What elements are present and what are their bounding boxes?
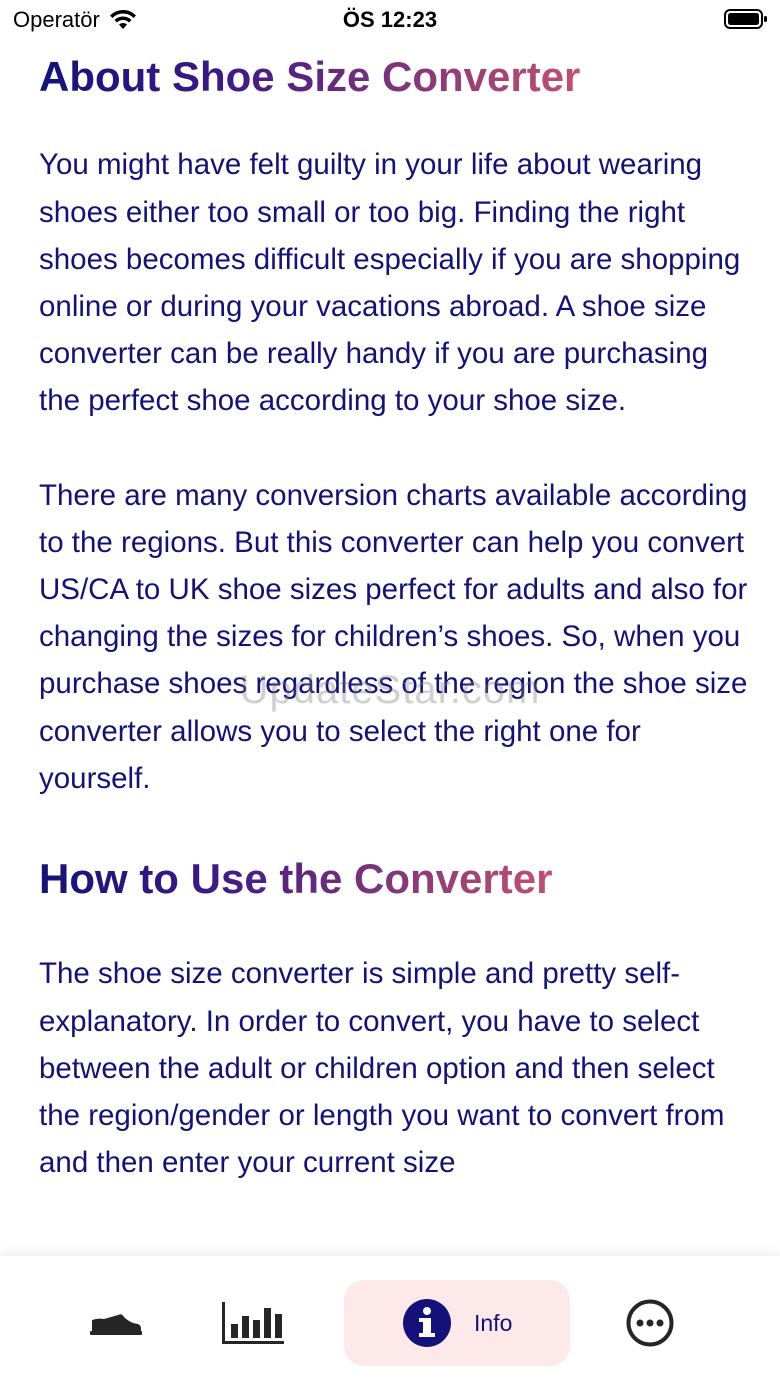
info-icon — [403, 1299, 451, 1347]
tab-chart[interactable] — [208, 1280, 298, 1366]
about-paragraph-1: You might have felt guilty in your life … — [39, 148, 741, 418]
tab-bar: Info — [0, 1256, 780, 1387]
tab-more[interactable] — [610, 1280, 690, 1366]
about-paragraph-2: There are many conversion charts availab… — [39, 478, 748, 795]
tab-converter[interactable] — [70, 1280, 160, 1366]
tab-info[interactable]: Info — [344, 1280, 570, 1366]
shoe-icon — [90, 1314, 142, 1335]
more-icon — [626, 1299, 674, 1347]
tab-info-label: Info — [474, 1309, 513, 1336]
battery-icon — [724, 8, 768, 36]
about-heading: About Shoe Size Converter — [39, 52, 580, 102]
howto-heading: How to Use the Converter — [39, 854, 552, 904]
info-content: About Shoe Size Converter You might have… — [39, 40, 749, 1186]
howto-paragraph-1: The shoe size converter is simple and pr… — [39, 957, 725, 1180]
chart-icon — [222, 1302, 284, 1344]
status-time: ÖS 12:23 — [342, 7, 438, 32]
status-bar: Operatör ÖS 12:23 — [0, 0, 780, 40]
